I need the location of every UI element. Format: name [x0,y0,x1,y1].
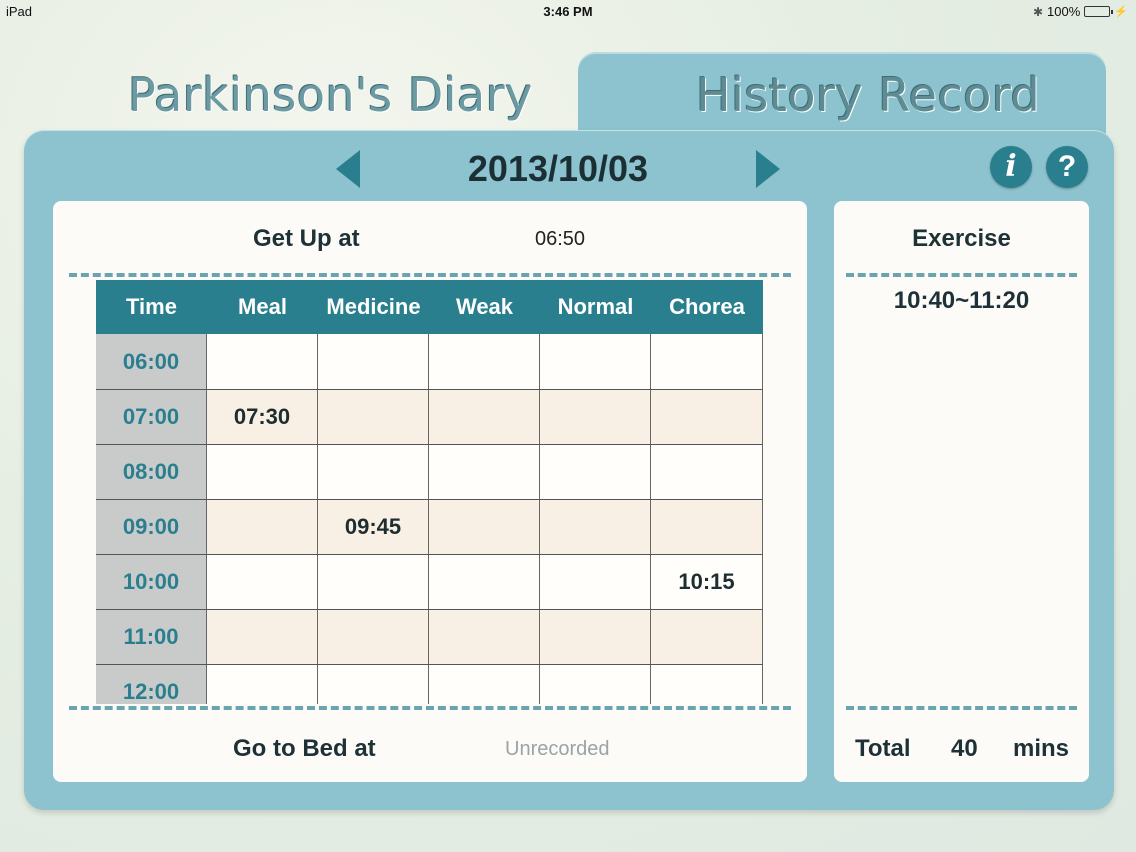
normal-cell[interactable] [540,555,651,609]
medicine-cell[interactable] [318,665,429,704]
normal-cell[interactable] [540,445,651,499]
table-row: 06:00 [96,334,763,389]
time-slot-cell: 11:00 [96,610,207,664]
time-slot-cell: 06:00 [96,334,207,389]
medicine-cell[interactable] [318,610,429,664]
date-navigator: 2013/10/03 [336,148,780,189]
weak-cell[interactable] [429,665,540,704]
divider-bottom [69,706,791,710]
meal-cell[interactable] [207,665,318,704]
table-header: Time Meal Medicine Weak Normal Chorea [96,280,763,334]
column-header-meal: Meal [238,294,287,319]
tab-parkinsons-diary[interactable]: Parkinson's Diary [128,68,533,122]
medicine-cell[interactable] [318,555,429,609]
tab-history-record[interactable]: History Record [696,68,1040,122]
meal-cell[interactable] [207,334,318,389]
chorea-cell[interactable]: 10:15 [651,555,763,609]
medicine-cell[interactable] [318,390,429,444]
get-up-label: Get Up at [253,225,360,252]
column-header-chorea: Chorea [669,294,745,319]
table-body: 06:00 07:00 07:30 08:00 09:00 09:45 10:00 10:15… [96,334,763,704]
table-row: 11:00 [96,609,763,664]
normal-cell[interactable] [540,665,651,704]
meal-cell[interactable] [207,555,318,609]
meal-cell[interactable]: 07:30 [207,390,318,444]
total-label: Total [855,735,911,762]
go-to-bed-label: Go to Bed at [233,735,376,762]
divider-top [69,273,791,277]
battery-icon [1084,6,1114,17]
exercise-title: Exercise [912,225,1011,252]
time-slot-cell: 08:00 [96,445,207,499]
column-header-normal: Normal [557,294,634,319]
table-row: 08:00 [96,444,763,499]
go-to-bed-time[interactable]: Unrecorded [505,738,610,761]
battery-percent: 100% [1047,4,1081,19]
total-value: 40 [951,735,978,762]
charging-icon: ⚡ [1114,6,1128,18]
weak-cell[interactable] [429,445,540,499]
chorea-cell[interactable] [651,610,763,664]
column-header-time: Time [126,294,177,319]
weak-cell[interactable] [429,500,540,554]
bluetooth-icon: ✱ [1032,4,1044,19]
exercise-divider-top [846,273,1077,277]
table-row: 09:00 09:45 [96,499,763,554]
time-slot-cell: 10:00 [96,555,207,609]
help-button[interactable]: ? [1046,146,1088,188]
status-bar: iPad 3:46 PM ✱ 100% ⚡ [0,0,1136,24]
normal-cell[interactable] [540,500,651,554]
medicine-cell[interactable]: 09:45 [318,500,429,554]
total-unit: mins [1013,735,1070,762]
medicine-cell[interactable] [318,445,429,499]
diary-card: Get Up at 06:50 Time Meal Medicine Weak … [53,201,807,782]
weak-cell[interactable] [429,390,540,444]
exercise-entry[interactable]: 10:40~11:20 [834,287,1089,315]
diary-table: Time Meal Medicine Weak Normal Chorea 06… [96,280,763,704]
status-right: ✱ 100% ⚡ [1033,4,1128,19]
table-row: 07:00 07:30 [96,389,763,444]
chorea-cell[interactable] [651,500,763,554]
time-slot-cell: 07:00 [96,390,207,444]
meal-cell[interactable] [207,500,318,554]
medicine-cell[interactable] [318,334,429,389]
clock: 3:46 PM [543,4,593,19]
info-button[interactable]: i [990,146,1032,188]
normal-cell[interactable] [540,334,651,389]
next-date-arrow-icon[interactable] [756,150,780,188]
column-header-weak: Weak [455,294,514,319]
chorea-cell[interactable] [651,334,763,389]
exercise-divider-bottom [846,706,1077,710]
meal-cell[interactable] [207,445,318,499]
current-date: 2013/10/03 [467,148,649,189]
normal-cell[interactable] [540,390,651,444]
get-up-time[interactable]: 06:50 [535,228,585,251]
time-slot-cell: 12:00 [96,665,207,704]
column-header-medicine: Medicine [326,294,421,319]
chorea-cell[interactable] [651,445,763,499]
normal-cell[interactable] [540,610,651,664]
table-row: 12:00 [96,664,763,704]
chorea-cell[interactable] [651,665,763,704]
meal-cell[interactable] [207,610,318,664]
weak-cell[interactable] [429,555,540,609]
chorea-cell[interactable] [651,390,763,444]
weak-cell[interactable] [429,610,540,664]
weak-cell[interactable] [429,334,540,389]
exercise-card: Exercise 10:40~11:20 Total 40 mins [834,201,1089,782]
time-slot-cell: 09:00 [96,500,207,554]
table-row: 10:00 10:15 [96,554,763,609]
